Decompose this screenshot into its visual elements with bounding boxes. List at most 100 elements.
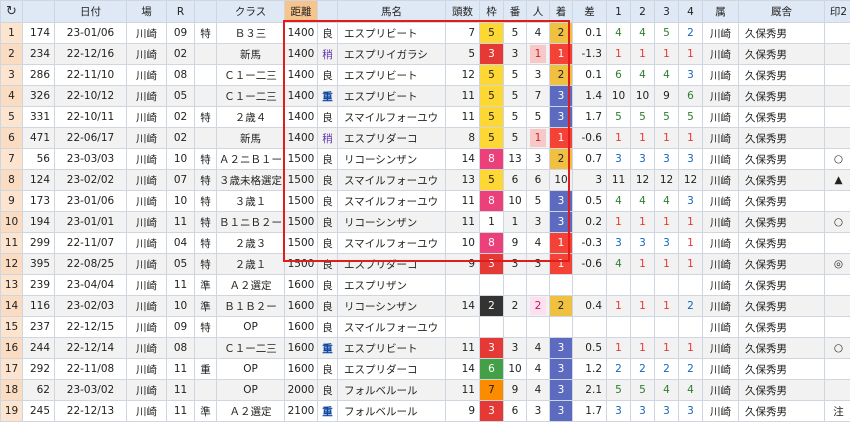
col-pop[interactable]: 人 — [527, 1, 550, 23]
table-row[interactable]: 1523722-12/15川崎09特OP1600良スマイルフォーユウ川崎久保秀男 — [1, 317, 850, 338]
col-special[interactable] — [195, 1, 217, 23]
col-condition[interactable] — [318, 1, 338, 23]
race-venue: 川崎 — [127, 254, 167, 275]
col-pass2[interactable]: 2 — [631, 1, 655, 23]
col-waku[interactable]: 枠 — [480, 1, 504, 23]
table-row[interactable]: 647122-06/17川崎02新馬1400稍エスプリダーコ85511-0.61… — [1, 128, 850, 149]
row-index: 3 — [1, 65, 23, 86]
table-row[interactable]: 1129922-11/07川崎04特２歳３1500良スマイルフォーユウ10894… — [1, 233, 850, 254]
table-row[interactable]: 328622-11/10川崎08Ｃ１ー二三1400良エスプリビート1255320… — [1, 65, 850, 86]
popularity-badge: 4 — [530, 339, 546, 357]
col-rank[interactable]: 着 — [550, 1, 573, 23]
passing-4: 2 — [679, 23, 703, 44]
passing-3: 1 — [655, 128, 679, 149]
col-zoku[interactable]: 属 — [703, 1, 739, 23]
passing-4: 1 — [679, 128, 703, 149]
horse-name: フォルベルール — [338, 401, 446, 422]
popularity: 4 — [527, 23, 550, 44]
col-count[interactable]: 頭数 — [446, 1, 480, 23]
gate-badge: 2 — [480, 296, 503, 316]
race-class: ３歳未格選定 — [217, 170, 285, 191]
col-ban[interactable]: 番 — [504, 1, 527, 23]
rank-badge: 3 — [550, 191, 572, 211]
time-diff: 1.2 — [573, 359, 607, 380]
table-row[interactable]: 186223-03/02川崎11OP2000良フォルベルール1179432.15… — [1, 380, 850, 401]
col-class[interactable]: クラス — [217, 1, 285, 23]
table-row[interactable]: 1323923-04/04川崎11準Ａ２選定1600良エスプリザン川崎久保秀男 — [1, 275, 850, 296]
race-special: 特 — [195, 149, 217, 170]
race-venue: 川崎 — [127, 170, 167, 191]
table-row[interactable]: 1411623-02/03川崎10準Ｂ１Ｂ２ー1600良リコーシンザン14222… — [1, 296, 850, 317]
col-distance[interactable]: 距離 — [285, 1, 318, 23]
gate-number: 8 — [480, 149, 504, 170]
rank-badge: 2 — [550, 65, 572, 85]
track-condition: 良 — [318, 212, 338, 233]
trainer-name: 久保秀男 — [739, 23, 825, 44]
race-venue: 川崎 — [127, 359, 167, 380]
table-row[interactable]: 223422-12/16川崎02新馬1400稍エスプリイガラシ53311-1.3… — [1, 44, 850, 65]
horse-name: エスプリダーコ — [338, 128, 446, 149]
passing-4: 3 — [679, 149, 703, 170]
passing-4: 3 — [679, 65, 703, 86]
table-row[interactable]: 117423-01/06川崎09特Ｂ３三1400良エスプリビート755420.1… — [1, 23, 850, 44]
col-diff[interactable]: 差 — [573, 1, 607, 23]
horse-name: エスプリイガラシ — [338, 44, 446, 65]
race-distance: 2000 — [285, 380, 318, 401]
refresh-icon[interactable]: ↻ — [1, 1, 23, 23]
col-race[interactable]: R — [167, 1, 195, 23]
track-condition: 良 — [318, 296, 338, 317]
race-id: 471 — [23, 128, 55, 149]
time-diff: -0.3 — [573, 233, 607, 254]
race-id: 292 — [23, 359, 55, 380]
horse-name: エスプリザン — [338, 275, 446, 296]
race-special: 特 — [195, 107, 217, 128]
col-pass1[interactable]: 1 — [607, 1, 631, 23]
race-id: 173 — [23, 191, 55, 212]
horse-name: スマイルフォーユウ — [338, 191, 446, 212]
table-row[interactable]: 917323-01/06川崎10特３歳１1500良スマイルフォーユウ118105… — [1, 191, 850, 212]
race-class: 新馬 — [217, 128, 285, 149]
table-row[interactable]: 432622-10/12川崎05Ｃ１ー二三1400重エスプリビート1155731… — [1, 86, 850, 107]
trainer-name: 久保秀男 — [739, 191, 825, 212]
gate-badge: 3 — [480, 401, 503, 421]
race-distance: 1400 — [285, 107, 318, 128]
passing-1: 10 — [607, 86, 631, 107]
passing-2: 1 — [631, 338, 655, 359]
table-row[interactable]: 1019423-01/01川崎11特Ｂ１ニＢ２ー1500良リコーシンザン1111… — [1, 212, 850, 233]
affiliation: 川崎 — [703, 254, 739, 275]
row-index: 17 — [1, 359, 23, 380]
passing-2: 5 — [631, 107, 655, 128]
race-number: 10 — [167, 296, 195, 317]
table-row[interactable]: 1624422-12/14川崎08Ｃ１ー二三1600重エスプリビート113343… — [1, 338, 850, 359]
time-diff: 0.5 — [573, 191, 607, 212]
col-mark2[interactable]: 印2 — [825, 1, 850, 23]
table-row[interactable]: 533122-10/11川崎02特２歳４1400良スマイルフォーユウ115553… — [1, 107, 850, 128]
col-pass3[interactable]: 3 — [655, 1, 679, 23]
table-row[interactable]: 1924522-12/13川崎11準Ａ２選定2100重フォルベルール936331… — [1, 401, 850, 422]
passing-3: 3 — [655, 401, 679, 422]
col-pass4[interactable]: 4 — [679, 1, 703, 23]
time-diff: 1.7 — [573, 401, 607, 422]
trainer-name: 久保秀男 — [739, 107, 825, 128]
passing-4: 4 — [679, 380, 703, 401]
trainer-name: 久保秀男 — [739, 170, 825, 191]
trainer-name: 久保秀男 — [739, 254, 825, 275]
col-venue[interactable]: 場 — [127, 1, 167, 23]
col-horse[interactable]: 馬名 — [338, 1, 446, 23]
col-date[interactable]: 日付 — [55, 1, 127, 23]
field-size: 11 — [446, 191, 480, 212]
race-date: 22-12/16 — [55, 44, 127, 65]
horse-number: 10 — [504, 191, 527, 212]
race-date: 22-12/15 — [55, 317, 127, 338]
table-row[interactable]: 1729222-11/08川崎11重OP1600良エスプリダーコ14610431… — [1, 359, 850, 380]
table-row[interactable]: 1239522-08/25川崎05特２歳１1500良エスプリダーコ93331-0… — [1, 254, 850, 275]
col-id[interactable] — [23, 1, 55, 23]
passing-2: 4 — [631, 65, 655, 86]
table-row[interactable]: 75623-03/03川崎10特Ａ２ニＢ１ー1500良リコーシンザン148133… — [1, 149, 850, 170]
race-special — [195, 44, 217, 65]
popularity: 7 — [527, 86, 550, 107]
table-row[interactable]: 812423-02/02川崎07特３歳未格選定1500良スマイルフォーユウ135… — [1, 170, 850, 191]
field-size: 11 — [446, 107, 480, 128]
col-trainer[interactable]: 厩舎 — [739, 1, 825, 23]
race-date: 23-04/04 — [55, 275, 127, 296]
